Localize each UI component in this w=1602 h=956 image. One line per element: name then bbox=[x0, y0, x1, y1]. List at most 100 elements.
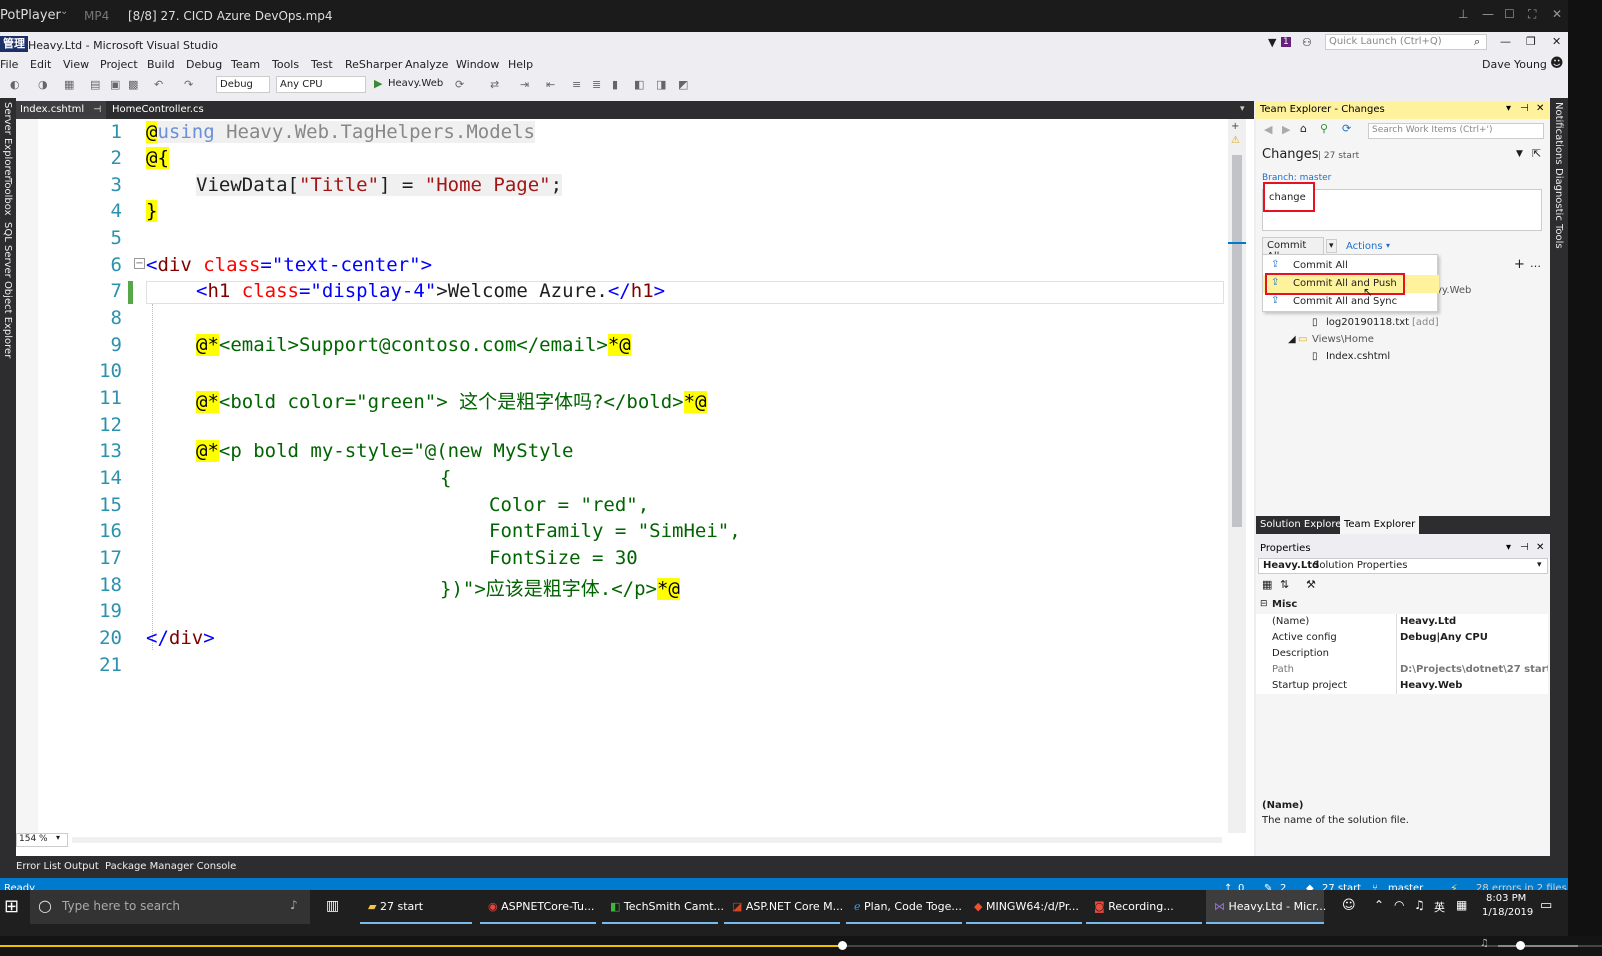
tree-file-log[interactable]: log20190118.txt bbox=[1326, 317, 1409, 328]
feedback-icon[interactable]: ⚇ bbox=[1302, 36, 1312, 49]
filter-icon[interactable]: ▼ bbox=[1268, 36, 1276, 49]
undock-icon[interactable]: ⇱ bbox=[1532, 147, 1541, 160]
commit-all-button[interactable]: Commit All bbox=[1262, 237, 1324, 262]
taskbar-item-visual-studio[interactable]: ⋈ Heavy.Ltd - Micr... bbox=[1206, 890, 1326, 924]
taskbar-item-chrome[interactable]: ◉ ASPNETCore-Tu... bbox=[480, 890, 596, 924]
indent-icon[interactable]: ⇥ bbox=[520, 78, 529, 91]
volume-track[interactable] bbox=[1498, 945, 1578, 947]
refresh-icon[interactable]: ⟳ bbox=[1342, 122, 1351, 135]
scroll-thumb[interactable] bbox=[1232, 155, 1242, 527]
pin-icon[interactable]: ⊣ bbox=[93, 105, 101, 115]
menu-commit-all-and-sync[interactable]: ⇪ Commit All and Sync bbox=[1263, 293, 1439, 311]
new-project-icon[interactable]: ▦ bbox=[64, 78, 74, 91]
clock-date[interactable]: 1/18/2019 bbox=[1482, 907, 1533, 918]
minimize-icon[interactable]: — bbox=[1500, 35, 1511, 48]
forward-icon[interactable]: ▶ bbox=[1282, 123, 1290, 136]
bookmark-icon[interactable]: ▮ bbox=[612, 78, 618, 91]
commit-message-input[interactable]: change bbox=[1262, 182, 1542, 231]
menu-file[interactable]: File bbox=[0, 58, 18, 71]
platform-select[interactable]: Any CPU bbox=[276, 76, 366, 93]
run-icon[interactable]: ▶ bbox=[374, 77, 382, 90]
volume-icon[interactable]: ♫ bbox=[1480, 938, 1489, 949]
notification-count[interactable]: 1 bbox=[1281, 37, 1291, 47]
taskbar-item-git-bash[interactable]: ◆ MINGW64:/d/Pr... bbox=[966, 890, 1082, 924]
menu-help[interactable]: Help bbox=[508, 58, 533, 71]
close-icon[interactable]: ✕ bbox=[1552, 7, 1562, 21]
property-row[interactable]: (Name) Heavy.Ltd bbox=[1256, 614, 1548, 630]
horizontal-scrollbar[interactable] bbox=[72, 837, 1222, 843]
microphone-icon[interactable]: ♪ bbox=[290, 898, 298, 912]
chevron-down-icon[interactable]: ▼ bbox=[1516, 149, 1523, 159]
wifi-icon[interactable]: ◠ bbox=[1394, 898, 1404, 912]
code-editor[interactable]: − 1 2 3 4 5 6 7 8 9 10 11 12 13 14 15 16… bbox=[16, 119, 1254, 857]
menu-edit[interactable]: Edit bbox=[30, 58, 51, 71]
chevron-up-icon[interactable]: ⌃ bbox=[1374, 898, 1384, 912]
categorized-icon[interactable]: ▦ bbox=[1262, 578, 1272, 591]
chevron-down-icon[interactable]: ▾ bbox=[1506, 542, 1511, 553]
chevron-down-icon[interactable]: ⌄ bbox=[60, 6, 68, 17]
commit-dropdown-toggle[interactable]: ▾ bbox=[1326, 239, 1337, 253]
undo-icon[interactable]: ↶ bbox=[154, 78, 163, 91]
forward-icon[interactable]: ◑ bbox=[38, 78, 48, 91]
browser-link-icon[interactable]: ⇄ bbox=[490, 78, 499, 91]
taskbar-item-edge[interactable]: ℯ Plan, Code Toge... bbox=[846, 890, 962, 924]
property-row[interactable]: Active config Debug|Any CPU bbox=[1256, 630, 1548, 646]
chevron-down-icon[interactable]: ▾ bbox=[1537, 560, 1542, 570]
menu-resharper[interactable]: ReSharper bbox=[345, 58, 402, 71]
minimize-icon[interactable]: — bbox=[1482, 7, 1494, 21]
tab-index-cshtml[interactable]: Index.cshtml ⊣ bbox=[16, 101, 106, 119]
volume-icon[interactable]: ♫ bbox=[1414, 898, 1425, 912]
menu-window[interactable]: Window bbox=[456, 58, 499, 71]
bookmark-next-icon[interactable]: ◨ bbox=[656, 78, 666, 91]
menu-view[interactable]: View bbox=[63, 58, 89, 71]
menu-project[interactable]: Project bbox=[100, 58, 138, 71]
comment-icon[interactable]: ≡ bbox=[572, 78, 581, 91]
keyboard-icon[interactable]: ▦ bbox=[1456, 898, 1467, 912]
windows-start-icon[interactable]: ⊞ bbox=[4, 896, 19, 917]
save-icon[interactable]: ▣ bbox=[110, 78, 120, 91]
add-icon[interactable]: + bbox=[1514, 257, 1525, 272]
task-view-icon[interactable]: ▥ bbox=[326, 898, 339, 914]
potplayer-seekbar[interactable]: ♫ bbox=[0, 936, 1602, 956]
open-icon[interactable]: ▤ bbox=[90, 78, 100, 91]
vertical-scrollbar[interactable]: + ⚠ bbox=[1228, 119, 1246, 833]
home-icon[interactable]: ⌂ bbox=[1300, 122, 1307, 135]
object-select[interactable]: Heavy.Ltd Solution Properties ▾ bbox=[1258, 558, 1548, 574]
collapse-icon[interactable]: − bbox=[134, 258, 145, 269]
seek-thumb[interactable] bbox=[838, 941, 847, 950]
toolbox-tab[interactable]: Toolbox bbox=[2, 178, 13, 216]
menu-analyze[interactable]: Analyze bbox=[405, 58, 448, 71]
more-icon[interactable]: … bbox=[1530, 257, 1541, 270]
property-row[interactable]: Startup project Heavy.Web bbox=[1256, 678, 1548, 694]
save-all-icon[interactable]: ▩ bbox=[128, 78, 138, 91]
tab-error-list[interactable]: Error List bbox=[16, 861, 61, 872]
zoom-select[interactable]: 154 % bbox=[16, 833, 68, 847]
pin-icon[interactable]: ⊥ bbox=[1458, 7, 1468, 21]
back-icon[interactable]: ◐ bbox=[10, 78, 20, 91]
close-icon[interactable]: ✕ bbox=[1536, 542, 1544, 553]
tab-team-explorer[interactable]: Team Explorer bbox=[1340, 516, 1420, 534]
property-row[interactable]: Description bbox=[1256, 646, 1548, 662]
maximize-icon[interactable]: ☐ bbox=[1504, 7, 1515, 21]
chevron-down-icon[interactable]: ▾ bbox=[56, 833, 60, 842]
config-select[interactable]: Debug bbox=[216, 76, 270, 93]
refresh-icon[interactable]: ⟳ bbox=[455, 78, 464, 91]
alphabetical-icon[interactable]: ⇅ bbox=[1280, 578, 1289, 591]
ime-indicator[interactable]: 英 bbox=[1434, 899, 1445, 915]
diagnostic-tools-tab[interactable]: Diagnostic Tools bbox=[1553, 168, 1564, 249]
pin-icon[interactable]: ⊣ bbox=[1520, 103, 1529, 114]
run-target-button[interactable]: Heavy.Web bbox=[388, 78, 443, 89]
server-explorer-tab[interactable]: Server Explorer bbox=[2, 102, 13, 180]
sql-server-object-explorer-tab[interactable]: SQL Server Object Explorer bbox=[2, 222, 13, 358]
fullscreen-icon[interactable]: ⛶ bbox=[1528, 7, 1536, 22]
collapse-icon[interactable]: ⊟ bbox=[1260, 599, 1268, 609]
menu-build[interactable]: Build bbox=[147, 58, 175, 71]
taskbar-search[interactable]: ○ Type here to search ♪ bbox=[30, 890, 310, 924]
tab-homecontroller-cs[interactable]: HomeController.cs bbox=[108, 101, 218, 119]
user-name[interactable]: Dave Young bbox=[1482, 58, 1547, 71]
close-icon[interactable]: ✕ bbox=[1552, 35, 1561, 48]
tab-package-manager-console[interactable]: Package Manager Console bbox=[105, 861, 236, 872]
menu-tools[interactable]: Tools bbox=[272, 58, 299, 71]
split-icon[interactable]: + bbox=[1231, 121, 1239, 132]
clock-time[interactable]: 8:03 PM bbox=[1486, 893, 1526, 904]
